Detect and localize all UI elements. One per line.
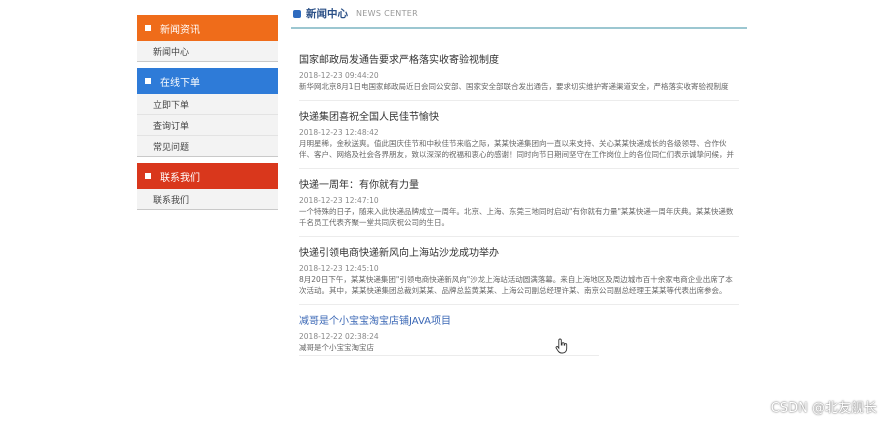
square-bullet-icon	[145, 25, 151, 31]
square-bullet-icon	[145, 78, 151, 84]
news-item: 快递引领电商快递新风向上海站沙龙成功举办 2018-12-23 12:45:10…	[299, 246, 739, 305]
sidebar-head-label: 联系我们	[160, 172, 200, 184]
news-summary: 一个特殊的日子，随来入此快递品牌成立一周年。北京、上海、东莞三地同时启动"有你就…	[299, 207, 734, 227]
news-title-link[interactable]: 快递集团喜祝全国人民佳节愉快	[299, 110, 739, 126]
sidebar-item-faq[interactable]: 常见问题	[137, 136, 278, 157]
news-summary: 月明星稀，金秋送爽。值此国庆佳节和中秋佳节来临之际，某某快递集团向一直以来支持、…	[299, 139, 734, 159]
news-title-link[interactable]: 国家邮政局发通告要求严格落实收寄验视制度	[299, 53, 739, 69]
divider	[299, 355, 599, 356]
sidebar-group-contact: 联系我们 联系我们	[137, 163, 278, 210]
news-summary: 8月20日下午，某某快递集团"引领电商快递新风向"沙龙上海站活动圆满落幕。来自上…	[299, 275, 733, 295]
news-date: 2018-12-22 02:38:24	[299, 332, 379, 341]
news-title-link[interactable]: 快递引领电商快递新风向上海站沙龙成功举办	[299, 246, 739, 262]
sidebar-head-label: 在线下单	[160, 77, 200, 89]
news-date: 2018-12-23 12:47:10	[299, 196, 379, 205]
news-summary: 减哥是个小宝宝淘宝店	[299, 343, 374, 352]
news-item: 快递一周年：有你就有力量 2018-12-23 12:47:10 一个特殊的日子…	[299, 178, 739, 237]
sidebar-item-news-center[interactable]: 新闻中心	[137, 41, 278, 62]
news-date: 2018-12-23 12:45:10	[299, 264, 379, 273]
sidebar-item-contact-us[interactable]: 联系我们	[137, 189, 278, 210]
news-list: 国家邮政局发通告要求严格落实收寄验视制度 2018-12-23 09:44:20…	[291, 29, 747, 364]
sidebar-group-news: 新闻资讯 新闻中心	[137, 15, 278, 62]
sidebar-item-place-order[interactable]: 立即下单	[137, 94, 278, 115]
news-panel-header: 新闻中心 NEWS CENTER	[291, 0, 747, 29]
hand-cursor-icon	[555, 338, 568, 354]
news-icon	[293, 9, 301, 18]
news-summary: 新华网北京8月1日电国家邮政局近日会同公安部、国家安全部联合发出通告，要求切实维…	[299, 82, 729, 91]
sidebar-group-order: 在线下单 立即下单 查询订单 常见问题	[137, 68, 278, 157]
page-subtitle: NEWS CENTER	[356, 9, 418, 18]
news-title-link[interactable]: 减哥是个小宝宝淘宝店铺JAVA项目	[299, 314, 739, 330]
news-title-link[interactable]: 快递一周年：有你就有力量	[299, 178, 739, 194]
sidebar: 新闻资讯 新闻中心 在线下单 立即下单 查询订单 常见问题 联系我们 联系我们	[137, 15, 278, 216]
page-title: 新闻中心	[306, 8, 348, 20]
sidebar-head-label: 新闻资讯	[160, 24, 200, 36]
news-panel: 新闻中心 NEWS CENTER 国家邮政局发通告要求严格落实收寄验视制度 20…	[291, 0, 747, 373]
sidebar-head-contact[interactable]: 联系我们	[137, 163, 278, 189]
news-item: 快递集团喜祝全国人民佳节愉快 2018-12-23 12:48:42 月明星稀，…	[299, 110, 739, 169]
news-item: 减哥是个小宝宝淘宝店铺JAVA项目 2018-12-22 02:38:24 减哥…	[299, 314, 739, 364]
news-date: 2018-12-23 12:48:42	[299, 128, 379, 137]
square-bullet-icon	[145, 173, 151, 179]
news-item: 国家邮政局发通告要求严格落实收寄验视制度 2018-12-23 09:44:20…	[299, 53, 739, 101]
news-date: 2018-12-23 09:44:20	[299, 71, 379, 80]
sidebar-item-query-order[interactable]: 查询订单	[137, 115, 278, 136]
sidebar-head-news[interactable]: 新闻资讯	[137, 15, 278, 41]
watermark: CSDN @北友舰长	[770, 401, 877, 416]
sidebar-head-order[interactable]: 在线下单	[137, 68, 278, 94]
